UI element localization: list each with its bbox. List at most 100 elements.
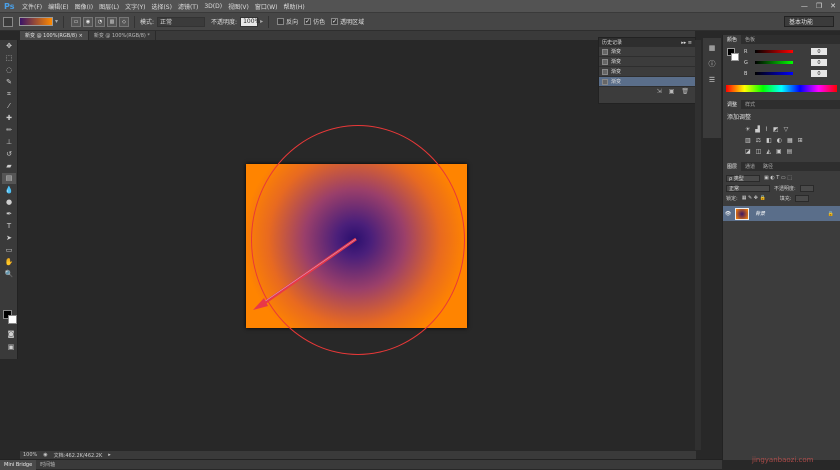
menu-view[interactable]: 视图(V): [228, 2, 249, 11]
status-icon[interactable]: ◉: [43, 452, 47, 458]
transparency-checkbox[interactable]: ✓: [331, 18, 339, 25]
history-title[interactable]: 历史记录: [602, 39, 622, 46]
chevron-down-icon[interactable]: ▾: [55, 18, 58, 25]
menu-image[interactable]: 图像(I): [75, 2, 93, 11]
blue-value[interactable]: 0: [811, 70, 827, 77]
history-item[interactable]: 渐变: [599, 47, 695, 57]
tab-adjustments[interactable]: 调整: [723, 100, 742, 109]
layer-opacity-field[interactable]: [799, 184, 814, 192]
vibrance-icon[interactable]: ▥: [745, 137, 751, 144]
eyedropper-tool-icon[interactable]: ⁄: [2, 101, 16, 112]
shape-tool-icon[interactable]: ▭: [2, 245, 16, 256]
lasso-tool-icon[interactable]: ◌: [2, 65, 16, 76]
menu-window[interactable]: 窗口(W): [255, 2, 278, 11]
layer-name[interactable]: 背景: [755, 210, 765, 217]
lock-icons[interactable]: ▦ ✎ ✥ 🔒: [742, 195, 766, 201]
tab-channels[interactable]: 通道: [741, 163, 759, 170]
close-icon[interactable]: ✕: [830, 2, 836, 10]
background-color[interactable]: [8, 315, 17, 324]
bw-icon[interactable]: ◐: [777, 137, 782, 144]
color-spectrum[interactable]: [726, 85, 837, 92]
layer-kind-select[interactable]: ρ 类型: [726, 174, 760, 182]
snapshot-icon[interactable]: ▣: [669, 88, 675, 95]
panel-menu-icon[interactable]: ▸▸ ≡: [681, 40, 695, 46]
tab-timeline[interactable]: 时间轴: [36, 461, 59, 468]
green-value[interactable]: 0: [811, 59, 827, 66]
gradient-swatch[interactable]: [19, 17, 53, 26]
menu-filter[interactable]: 滤镜(T): [178, 2, 198, 11]
tab-layers[interactable]: 图层: [723, 162, 742, 171]
layer-row-background[interactable]: 👁 背景 🔒: [723, 206, 840, 221]
green-slider[interactable]: G0: [741, 57, 827, 68]
path-select-tool-icon[interactable]: ➤: [2, 233, 16, 244]
pen-tool-icon[interactable]: ✒: [2, 209, 16, 220]
dither-checkbox[interactable]: ✓: [304, 18, 312, 25]
posterize-icon[interactable]: ◫: [756, 148, 762, 155]
quick-mask-icon[interactable]: ◙: [4, 329, 18, 340]
properties-dock-icon[interactable]: ☰: [705, 75, 719, 86]
gradient-tool-icon[interactable]: ▤: [2, 173, 16, 184]
fill-field[interactable]: [795, 194, 810, 202]
menu-3d[interactable]: 3D(D): [204, 3, 222, 10]
crop-tool-icon[interactable]: ⌗: [2, 89, 16, 100]
linear-gradient-button[interactable]: ▭: [71, 16, 82, 27]
channel-mixer-icon[interactable]: ⊞: [798, 137, 803, 144]
opacity-field[interactable]: 100%: [240, 16, 260, 27]
diamond-gradient-button[interactable]: ◇: [119, 16, 130, 27]
tab-styles[interactable]: 样式: [741, 101, 759, 108]
menu-type[interactable]: 文字(Y): [125, 2, 145, 11]
blur-tool-icon[interactable]: 💧: [2, 185, 16, 196]
tab-paths[interactable]: 路径: [759, 163, 777, 170]
blend-mode-select[interactable]: 正常: [726, 184, 770, 192]
brightness-icon[interactable]: ☀: [745, 126, 750, 133]
color-balance-icon[interactable]: ◧: [766, 137, 772, 144]
brush-tool-icon[interactable]: ✏: [2, 125, 16, 136]
reverse-checkbox[interactable]: [277, 18, 285, 25]
vertical-scrollbar[interactable]: [695, 40, 701, 450]
history-item-selected[interactable]: 渐变: [599, 77, 695, 87]
menu-file[interactable]: 文件(F): [22, 2, 42, 11]
healing-tool-icon[interactable]: ✚: [2, 113, 16, 124]
zoom-level[interactable]: 100%: [23, 452, 37, 458]
history-brush-icon[interactable]: ↺: [2, 149, 16, 160]
stamp-tool-icon[interactable]: ⊥: [2, 137, 16, 148]
quick-select-tool-icon[interactable]: ✎: [2, 77, 16, 88]
workspace-select[interactable]: 基本功能: [784, 16, 834, 27]
gradient-adjust-icon[interactable]: ▤: [787, 148, 793, 155]
zoom-tool-icon[interactable]: 🔍: [2, 269, 16, 280]
history-dock-icon[interactable]: ▦: [705, 43, 719, 54]
menu-layer[interactable]: 图层(L): [99, 2, 119, 11]
eraser-tool-icon[interactable]: ▰: [2, 161, 16, 172]
tool-preset-icon[interactable]: [3, 16, 13, 27]
hue-icon[interactable]: ⚖: [756, 137, 761, 144]
gradient-map-icon[interactable]: ▽: [784, 126, 789, 133]
menu-select[interactable]: 选择(S): [151, 2, 172, 11]
tab-document-2[interactable]: 新变 @ 100%(RGB/8) *: [89, 31, 156, 40]
levels-icon[interactable]: ▟: [755, 126, 760, 133]
hand-tool-icon[interactable]: ✋: [2, 257, 16, 268]
tab-document-1[interactable]: 新变 @ 100%(RGB/8) ×: [20, 31, 89, 40]
menu-edit[interactable]: 编辑(E): [48, 2, 68, 11]
minimize-icon[interactable]: —: [801, 2, 808, 10]
status-arrow-icon[interactable]: ▸: [108, 452, 111, 458]
tab-mini-bridge[interactable]: Mini Bridge: [0, 459, 37, 470]
trash-icon[interactable]: 🗑: [681, 88, 689, 95]
marquee-tool-icon[interactable]: ⬚: [2, 53, 16, 64]
dodge-tool-icon[interactable]: ●: [2, 197, 16, 208]
angle-gradient-button[interactable]: ◔: [95, 16, 106, 27]
eye-icon[interactable]: 👁: [723, 211, 733, 217]
screen-mode-icon[interactable]: ▣: [4, 342, 18, 353]
photo-filter-icon[interactable]: ▦: [787, 137, 793, 144]
curves-icon[interactable]: ⌇: [765, 126, 768, 133]
history-item[interactable]: 渐变: [599, 57, 695, 67]
move-tool-icon[interactable]: ✥: [2, 41, 16, 52]
tab-color[interactable]: 颜色: [723, 35, 742, 44]
reflected-gradient-button[interactable]: ▥: [107, 16, 118, 27]
history-item[interactable]: 渐变: [599, 67, 695, 77]
info-dock-icon[interactable]: ⓘ: [705, 59, 719, 70]
type-tool-icon[interactable]: T: [2, 221, 16, 232]
exposure-icon[interactable]: ◩: [773, 126, 779, 133]
tab-swatches[interactable]: 色板: [741, 36, 759, 43]
threshold-icon[interactable]: ◭: [766, 148, 771, 155]
blue-slider[interactable]: B0: [741, 68, 827, 79]
